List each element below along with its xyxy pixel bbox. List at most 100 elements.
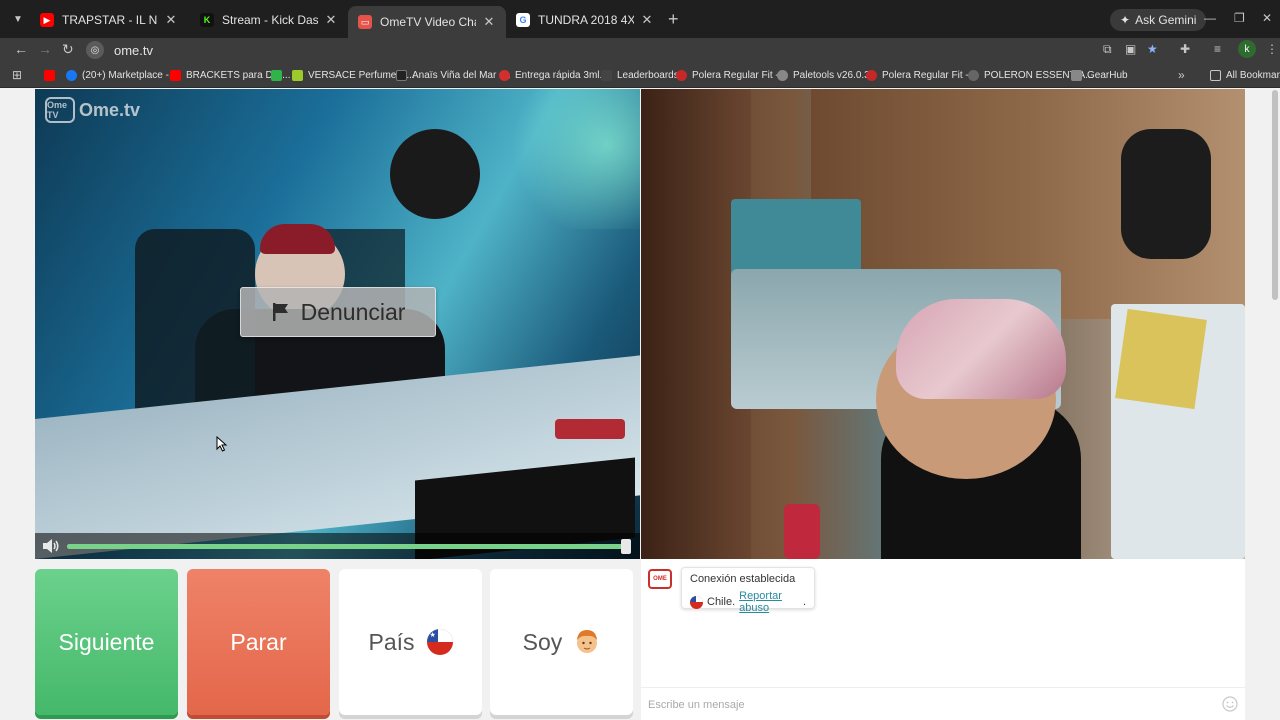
google-icon: G (516, 13, 530, 27)
apps-icon[interactable]: ⊞ (12, 68, 22, 82)
tab-title: TRAPSTAR - IL NENE (VIDEO O (62, 13, 158, 27)
person-cap (896, 299, 1066, 399)
tab-search-icon[interactable]: ▼ (8, 9, 28, 29)
tab-title: TUNDRA 2018 4X4 - Buscar co (538, 13, 634, 27)
bookmark-favicon-icon (292, 69, 303, 81)
close-window-icon[interactable]: ✕ (1262, 11, 1272, 25)
message-input[interactable] (648, 696, 1208, 714)
bookmark-favicon-icon (499, 69, 510, 81)
bookmark-star-icon[interactable]: ★ (1147, 42, 1158, 56)
local-video: Ome TV Ome.tv Denunciar (35, 89, 640, 559)
system-message: Conexión establecida Chile. Reportar abu… (681, 567, 815, 614)
report-button[interactable]: Denunciar (240, 287, 436, 337)
site-info-icon[interactable]: ◎ (86, 41, 104, 59)
media-icon[interactable]: ≡ (1214, 42, 1221, 56)
bookmark-label: Polera Regular Fit -... (692, 69, 788, 81)
logo-badge: Ome TV (45, 97, 75, 123)
mouse-cursor-icon (216, 436, 228, 452)
bookmark-favicon-icon (676, 69, 687, 81)
volume-slider-handle[interactable] (621, 539, 631, 554)
bookmark-favicon-icon (271, 69, 282, 81)
bookmark-favicon-icon (396, 69, 407, 81)
close-tab-icon[interactable]: ✕ (164, 12, 178, 28)
all-bookmarks-button[interactable]: All Bookmarks (1210, 68, 1280, 82)
bookmark-paletools[interactable]: Paletools v26.0.30 (777, 68, 875, 82)
forward-icon[interactable]: → (38, 41, 52, 57)
facebook-icon (66, 69, 77, 81)
bookmark-label: Polera Regular Fit -... (882, 69, 978, 81)
bookmark-anais[interactable]: Anaïs Viña del Mar -... (396, 68, 511, 82)
bookmark-entrega[interactable]: Entrega rápida 3ml... (499, 68, 608, 82)
report-abuse-suffix: . (802, 596, 806, 608)
chile-flag-icon (690, 595, 703, 609)
ometv-icon: ▭ (358, 15, 372, 29)
stop-button-label: Parar (230, 628, 287, 655)
speaker-icon[interactable] (42, 538, 60, 554)
next-button[interactable]: Siguiente (35, 569, 178, 715)
tab-ometv[interactable]: ▭ OmeTV Video Chat — Ome ✕ (348, 6, 506, 38)
minimize-icon[interactable]: — (1204, 11, 1216, 25)
menu-icon[interactable]: ⋮ (1266, 42, 1278, 56)
restore-icon[interactable]: ❐ (1234, 11, 1245, 25)
tab-tundra[interactable]: G TUNDRA 2018 4X4 - Buscar co ✕ (506, 6, 664, 34)
bookmark-polera-1[interactable]: Polera Regular Fit -... (676, 68, 787, 82)
profile-avatar[interactable]: k (1238, 40, 1256, 58)
hanging-caps (1121, 129, 1211, 259)
emoji-icon[interactable] (1222, 696, 1238, 712)
red-can (784, 504, 820, 559)
close-tab-icon[interactable]: ✕ (640, 12, 654, 28)
country-button[interactable]: País ★ (339, 569, 482, 715)
bookmark-favicon-icon (1071, 69, 1082, 81)
bookmark-label: Anaïs Viña del Mar -... (412, 69, 511, 81)
country-button-label: País (368, 628, 415, 655)
gender-button-label: Soy (522, 628, 563, 655)
ometv-page: Ome TV Ome.tv Denunciar Siguiente Parar … (0, 88, 1280, 720)
person-cap (260, 224, 335, 254)
address-bar[interactable]: ◎ ome.tv (86, 39, 1096, 61)
chile-flag-icon: ★ (426, 629, 453, 655)
reload-icon[interactable]: ↻ (62, 41, 74, 58)
ask-gemini-button[interactable]: ✦ Ask Gemini (1110, 9, 1207, 31)
ometv-chat-logo-icon: OME (648, 569, 672, 589)
bookmark-gearhub[interactable]: GearHub (1071, 68, 1128, 82)
tab-kick[interactable]: K Stream - Kick Dashboard ✕ (190, 6, 348, 34)
bookmark-favicon-icon (601, 69, 612, 81)
logo-text: Ome.tv (79, 99, 141, 120)
bookmark-label: (20+) Marketplace -... (82, 69, 178, 81)
flag-icon (272, 303, 288, 321)
kick-icon: K (200, 13, 214, 27)
tab-strip: ▼ ▶ TRAPSTAR - IL NENE (VIDEO O ✕ K Stre… (0, 0, 1280, 38)
extensions-icon[interactable]: ✚ (1180, 42, 1190, 56)
bookmark-label: Paletools v26.0.30 (793, 69, 876, 81)
translate-icon[interactable]: ⧉ (1103, 42, 1112, 57)
bookmark-marketplace[interactable]: (20+) Marketplace -... (66, 68, 177, 82)
globe-icon (968, 69, 979, 81)
next-button-label: Siguiente (58, 628, 155, 655)
light-glow (475, 89, 640, 229)
bookmark-polera-2[interactable]: Polera Regular Fit -... (866, 68, 977, 82)
boy-emoji-icon (577, 630, 598, 653)
volume-slider-track[interactable] (67, 544, 627, 549)
browser-toolbar: ← → ↻ ◎ ome.tv ⧉ ▣ ★ ✚ ≡ k ⋮ (0, 38, 1280, 62)
back-icon[interactable]: ← (14, 41, 28, 57)
page-scrollbar[interactable] (1272, 90, 1278, 300)
bookmark-youtube[interactable] (44, 68, 55, 82)
connection-status: Conexión establecida (690, 573, 796, 585)
new-tab-icon[interactable]: + (668, 10, 679, 28)
stop-button[interactable]: Parar (187, 569, 330, 715)
yellow-pillow (1115, 308, 1207, 410)
gemini-icon: ✦ (1120, 13, 1131, 27)
tab-title: OmeTV Video Chat — Ome (380, 15, 476, 29)
close-tab-icon[interactable]: ✕ (482, 14, 496, 30)
bookmark-green[interactable] (271, 68, 282, 82)
tab-trapstar[interactable]: ▶ TRAPSTAR - IL NENE (VIDEO O ✕ (30, 6, 188, 34)
more-bookmarks-icon[interactable]: » (1178, 68, 1185, 82)
gender-button[interactable]: Soy (490, 569, 633, 715)
cast-icon[interactable]: ▣ (1125, 42, 1136, 56)
report-abuse-link[interactable]: Reportar abuso (739, 590, 799, 614)
bookmark-favicon-icon (866, 69, 877, 81)
bookmark-leaderboards[interactable]: Leaderboards (601, 68, 679, 82)
close-tab-icon[interactable]: ✕ (324, 12, 338, 28)
globe-icon (777, 69, 788, 81)
report-button-label: Denunciar (300, 298, 406, 325)
